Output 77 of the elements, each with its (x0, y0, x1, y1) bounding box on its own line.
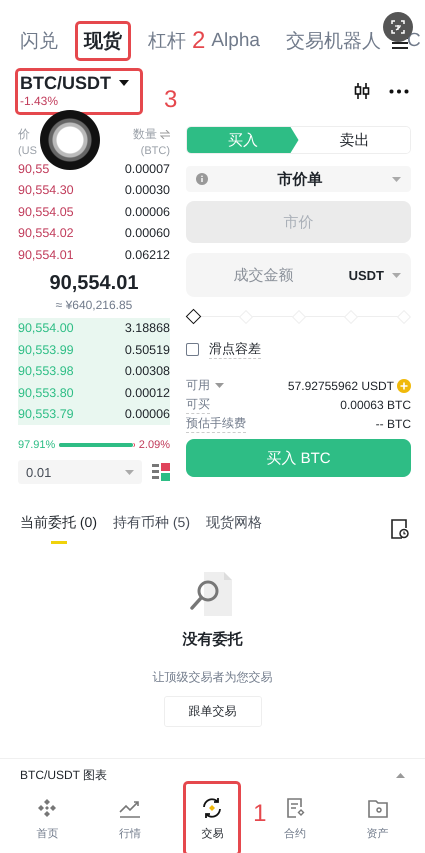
callout-number: 2 (192, 29, 206, 53)
unit-selector[interactable]: USDT (348, 268, 384, 282)
bid-price: 90,553.99 (18, 342, 74, 357)
checkbox[interactable] (186, 343, 199, 356)
copy-trading-button[interactable]: 跟单交易 (164, 696, 262, 727)
market-tab[interactable]: 杠杆 (142, 24, 192, 58)
orders-tab[interactable]: 现货网格 (206, 514, 262, 544)
slippage-label: 滑点容差 (209, 340, 261, 359)
fiat-price: ≈ ¥640,216.85 (54, 298, 134, 312)
candlestick-icon[interactable] (353, 82, 371, 100)
ask-price: 90,554.05 (18, 204, 74, 219)
bid-amount: 0.00308 (124, 364, 170, 378)
ask-price: 90,554.01 (18, 248, 74, 262)
caret-icon (392, 176, 401, 182)
chart-bar[interactable]: BTC/USDT 图表 (0, 758, 425, 784)
amount-slider[interactable] (186, 310, 411, 324)
bid-amount: 0.00006 (124, 407, 170, 422)
bid-price: 90,553.79 (18, 407, 74, 422)
info-label: 可用 (186, 377, 210, 394)
caret-icon (125, 470, 134, 474)
nav-item[interactable]: 资产 (352, 784, 404, 853)
history-icon[interactable] (391, 519, 409, 539)
info-value: -- BTC (376, 416, 411, 430)
caret-icon (119, 80, 129, 86)
swap-icon[interactable] (160, 130, 170, 139)
bid-amount: 3.18868 (124, 321, 170, 336)
nav-item[interactable]: 合约 (269, 784, 322, 853)
bid-amount: 0.50519 (124, 342, 170, 357)
amount-input[interactable]: 成交金额 (186, 266, 341, 284)
caret-up-icon (396, 773, 405, 778)
empty-subtitle: 让顶级交易者为您交易 (152, 669, 272, 686)
info-label: 可买 (186, 396, 210, 414)
nav-item[interactable]: 行情 (104, 784, 156, 853)
market-tab[interactable]: 闪兑 (20, 24, 64, 58)
info-icon (196, 173, 208, 185)
pair-symbol: BTC/USDT (20, 72, 111, 94)
caret-icon[interactable] (215, 383, 224, 388)
price-unit: (US (18, 145, 37, 157)
sell-ratio: 2.09% (138, 439, 170, 451)
bid-price: 90,554.00 (18, 321, 74, 336)
nav-item[interactable]: 首页 (21, 784, 74, 853)
nav-item[interactable]: 交易 (186, 784, 238, 853)
callout-number: 1 (253, 802, 266, 826)
ask-price: 90,554.30 (18, 183, 74, 198)
ask-price: 90,55 (18, 162, 50, 176)
ask-amount: 0.00007 (124, 162, 170, 176)
buy-ratio: 97.91% (18, 439, 56, 451)
ask-amount: 0.00006 (124, 204, 170, 219)
price-change: -1.43% (20, 94, 60, 108)
info-value: 57.92755962 USDT (288, 378, 394, 392)
market-tab[interactable]: 现货 (78, 24, 128, 58)
ask-amount: 0.00060 (124, 226, 170, 240)
callout-number: 3 (164, 88, 178, 112)
info-label: 预估手续费 (186, 414, 246, 432)
empty-title: 没有委托 (182, 630, 242, 649)
last-price: 90,554.01 (48, 272, 140, 294)
amount-field[interactable]: 成交金额 USDT (186, 253, 411, 297)
bid-price: 90,553.98 (18, 364, 74, 378)
market-tab[interactable]: Alpha (205, 26, 266, 56)
amount-header: 数量 (133, 126, 157, 143)
price-header: 价 (18, 126, 31, 143)
more-icon[interactable] (389, 88, 409, 94)
bid-amount: 0.00012 (124, 386, 170, 400)
order-type-dropdown[interactable]: 市价单 (186, 166, 411, 192)
ask-amount: 0.06212 (124, 248, 170, 262)
pair-selector[interactable]: BTC/USDT -1.43% (18, 70, 140, 112)
layout-icon[interactable] (152, 463, 170, 481)
amount-unit: (BTC) (140, 145, 170, 157)
info-value: 0.00063 BTC (340, 398, 411, 412)
orders-tab[interactable]: 持有币种 (5) (113, 514, 190, 544)
market-tab[interactable]: 交易机器人 (280, 24, 387, 58)
ask-price: 90,554.02 (18, 226, 74, 240)
chart-bar-label: BTC/USDT 图表 (20, 767, 108, 784)
orders-tab[interactable]: 当前委托 (0) (20, 514, 97, 544)
bid-price: 90,553.80 (18, 386, 74, 400)
ask-amount: 0.00030 (124, 183, 170, 198)
precision-dropdown[interactable]: 0.01 (18, 460, 142, 484)
